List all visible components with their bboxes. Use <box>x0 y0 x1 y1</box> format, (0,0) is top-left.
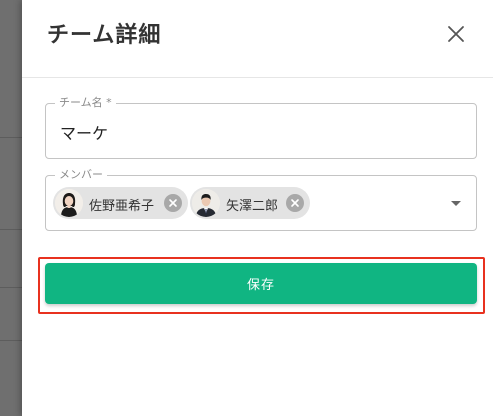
backdrop-divider <box>0 137 22 138</box>
close-icon <box>448 26 464 42</box>
team-name-input[interactable]: マーケ <box>60 120 108 144</box>
dialog-title: チーム詳細 <box>47 23 162 48</box>
backdrop-divider <box>0 340 22 341</box>
avatar-woman <box>55 189 83 217</box>
team-detail-dialog: チーム詳細 チーム名 * マーケ メンバー 佐野亜希子 矢澤二郎 保存 <box>22 0 493 416</box>
dialog-header: チーム詳細 <box>22 0 493 78</box>
chip-delete-icon[interactable] <box>286 194 304 212</box>
member-chip-label: 佐野亜希子 <box>89 199 155 214</box>
backdrop-divider <box>0 287 22 288</box>
team-name-label: チーム名 * <box>55 96 116 110</box>
page-backdrop <box>0 0 22 416</box>
save-button[interactable]: 保存 <box>45 263 477 304</box>
avatar-man <box>192 189 220 217</box>
team-name-field[interactable]: チーム名 * マーケ <box>45 96 477 159</box>
arrow-drop-down-icon[interactable] <box>451 201 461 206</box>
member-chip[interactable]: 矢澤二郎 <box>190 187 310 219</box>
chip-delete-icon[interactable] <box>164 194 182 212</box>
member-chip-label: 矢澤二郎 <box>226 199 279 214</box>
member-chip[interactable]: 佐野亜希子 <box>53 187 188 219</box>
members-label: メンバー <box>55 168 107 182</box>
backdrop-divider <box>0 229 22 230</box>
members-field[interactable]: メンバー 佐野亜希子 矢澤二郎 <box>45 168 477 231</box>
close-button[interactable] <box>444 22 468 46</box>
